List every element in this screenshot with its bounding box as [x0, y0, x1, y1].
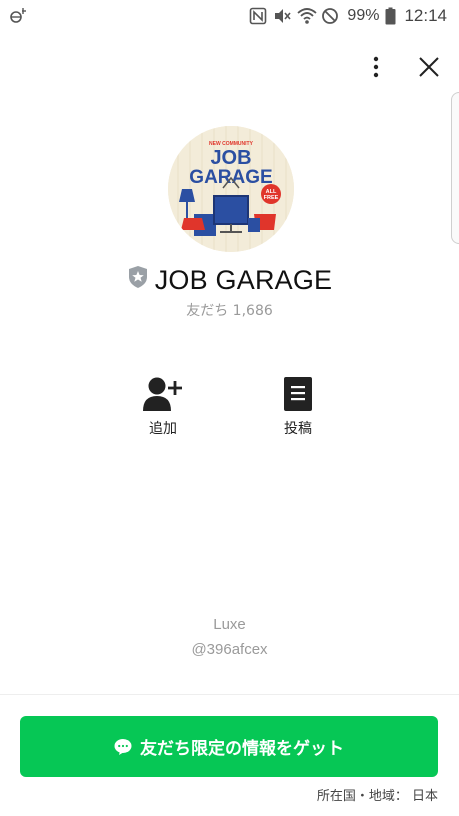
- side-panel-handle[interactable]: [451, 92, 459, 244]
- battery-percent: 99%: [347, 7, 380, 24]
- nfc-icon: [249, 7, 267, 25]
- more-vertical-icon: [373, 56, 379, 78]
- posts-icon: [284, 377, 312, 411]
- logo-word-job: JOB: [210, 147, 251, 169]
- close-icon: [419, 57, 439, 77]
- region-label: 所在国・地域： 日本: [316, 789, 438, 804]
- close-button[interactable]: [416, 54, 442, 80]
- add-friend-label: 追加: [149, 421, 177, 437]
- display-name: Luxe: [213, 616, 246, 633]
- posts-button[interactable]: 投稿: [258, 376, 338, 438]
- status-bar: 99% 12:14: [0, 0, 459, 32]
- add-friend-icon: [143, 377, 182, 411]
- job-garage-logo: NEW COMMUNITY JOB GARAGE ALL FREE: [168, 126, 294, 252]
- verified-shield-icon: [128, 266, 147, 288]
- profile-avatar[interactable]: NEW COMMUNITY JOB GARAGE ALL FREE: [168, 126, 294, 252]
- battery-icon: [385, 7, 396, 25]
- sync-icon: [8, 7, 28, 30]
- posts-label: 投稿: [284, 421, 312, 437]
- account-name-row: JOB GARAGE: [0, 262, 459, 298]
- wifi-icon: [297, 7, 318, 25]
- line-id: @396afcex: [191, 641, 268, 658]
- cta-label: 友だち限定の情報をゲット: [140, 739, 344, 759]
- account-name: JOB GARAGE: [154, 264, 333, 295]
- divider: [0, 694, 459, 695]
- logo-tag-free: FREE: [264, 195, 279, 201]
- friends-count: 友だち 1,686: [186, 303, 273, 319]
- do-not-disturb-icon: [321, 7, 339, 25]
- get-exclusive-info-button[interactable]: 友だち限定の情報をゲット: [20, 716, 438, 777]
- chat-bubble-icon: [114, 738, 132, 755]
- mute-icon: [273, 7, 292, 25]
- add-friend-button[interactable]: 追加: [123, 376, 203, 438]
- clock: 12:14: [404, 6, 447, 25]
- more-options-button[interactable]: [364, 54, 388, 80]
